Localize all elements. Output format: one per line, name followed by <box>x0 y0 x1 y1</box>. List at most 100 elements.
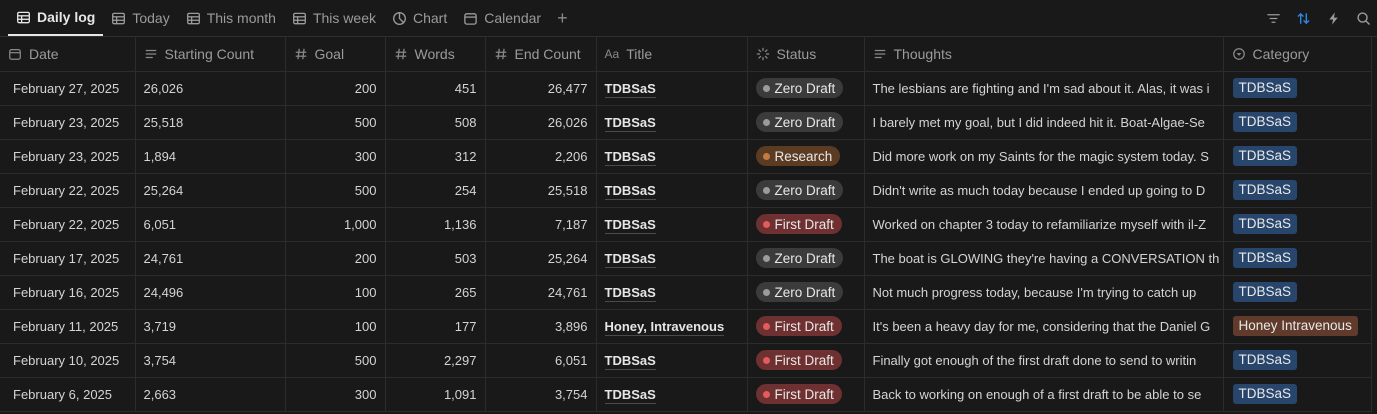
table-row[interactable]: February 16, 2025 24,496 100 265 24,761 TDBSa… <box>0 275 1372 310</box>
words-cell[interactable]: 503 <box>385 241 486 276</box>
table-row[interactable]: February 11, 2025 3,719 100 177 3,896 Honey, … <box>0 309 1372 344</box>
goal-cell[interactable]: 100 <box>285 275 386 310</box>
title-cell[interactable]: TDBSaS <box>596 71 748 106</box>
table-row[interactable]: February 23, 2025 25,518 500 508 26,026 TDBSa… <box>0 105 1372 140</box>
end-count-cell[interactable]: 6,051 <box>485 343 597 378</box>
thoughts-cell[interactable]: The boat is GLOWING they're having a CON… <box>864 241 1224 276</box>
starting-count-cell[interactable]: 26,026 <box>135 71 286 106</box>
end-count-cell[interactable]: 25,264 <box>485 241 597 276</box>
filter-icon[interactable] <box>1265 10 1281 26</box>
table-row[interactable]: February 23, 2025 1,894 300 312 2,206 TDBSaS R… <box>0 139 1372 174</box>
thoughts-cell[interactable]: Did more work on my Saints for the magic… <box>864 139 1224 174</box>
date-cell[interactable]: February 11, 2025 <box>0 309 136 344</box>
words-cell[interactable]: 2,297 <box>385 343 486 378</box>
column-header-category[interactable]: Category <box>1223 37 1372 72</box>
words-cell[interactable]: 1,091 <box>385 377 486 412</box>
status-cell[interactable]: First Draft <box>747 343 865 378</box>
status-cell[interactable]: Research <box>747 139 865 174</box>
thoughts-cell[interactable]: Didn't write as much today because I end… <box>864 173 1224 208</box>
column-header-title[interactable]: Aa Title <box>596 37 748 72</box>
title-link[interactable]: Honey, Intravenous <box>604 318 725 336</box>
table-row[interactable]: February 10, 2025 3,754 500 2,297 6,051 TDBSa… <box>0 343 1372 378</box>
view-tab-this-week[interactable]: This week <box>284 0 384 36</box>
title-link[interactable]: TDBSaS <box>604 114 656 132</box>
category-cell[interactable]: TDBSaS <box>1223 275 1372 310</box>
goal-cell[interactable]: 300 <box>285 139 386 174</box>
category-cell[interactable]: TDBSaS <box>1223 377 1372 412</box>
title-cell[interactable]: TDBSaS <box>596 377 748 412</box>
words-cell[interactable]: 1,136 <box>385 207 486 242</box>
column-header-thoughts[interactable]: Thoughts <box>864 37 1224 72</box>
starting-count-cell[interactable]: 1,894 <box>135 139 286 174</box>
words-cell[interactable]: 508 <box>385 105 486 140</box>
end-count-cell[interactable]: 3,754 <box>485 377 597 412</box>
thoughts-cell[interactable]: Worked on chapter 3 today to refamiliari… <box>864 207 1224 242</box>
table-row[interactable]: February 22, 2025 6,051 1,000 1,136 7,187 TDB… <box>0 207 1372 242</box>
thoughts-cell[interactable]: I barely met my goal, but I did indeed h… <box>864 105 1224 140</box>
date-cell[interactable]: February 22, 2025 <box>0 173 136 208</box>
category-cell[interactable]: TDBSaS <box>1223 343 1372 378</box>
view-tab-this-month[interactable]: This month <box>178 0 284 36</box>
starting-count-cell[interactable]: 3,754 <box>135 343 286 378</box>
title-cell[interactable]: TDBSaS <box>596 343 748 378</box>
category-cell[interactable]: TDBSaS <box>1223 105 1372 140</box>
words-cell[interactable]: 265 <box>385 275 486 310</box>
table-row[interactable]: February 17, 2025 24,761 200 503 25,264 TDBSa… <box>0 241 1372 276</box>
starting-count-cell[interactable]: 25,518 <box>135 105 286 140</box>
goal-cell[interactable]: 200 <box>285 71 386 106</box>
view-tab-chart[interactable]: Chart <box>384 0 455 36</box>
date-cell[interactable]: February 10, 2025 <box>0 343 136 378</box>
search-icon[interactable] <box>1355 10 1371 26</box>
date-cell[interactable]: February 16, 2025 <box>0 275 136 310</box>
words-cell[interactable]: 254 <box>385 173 486 208</box>
category-cell[interactable]: TDBSaS <box>1223 241 1372 276</box>
status-cell[interactable]: Zero Draft <box>747 105 865 140</box>
thoughts-cell[interactable]: Finally got enough of the first draft do… <box>864 343 1224 378</box>
date-cell[interactable]: February 27, 2025 <box>0 71 136 106</box>
category-cell[interactable]: TDBSaS <box>1223 173 1372 208</box>
status-cell[interactable]: First Draft <box>747 207 865 242</box>
table-row[interactable]: February 27, 2025 26,026 200 451 26,477 TDBSa… <box>0 71 1372 106</box>
title-cell[interactable]: TDBSaS <box>596 241 748 276</box>
thoughts-cell[interactable]: The lesbians are fighting and I'm sad ab… <box>864 71 1224 106</box>
starting-count-cell[interactable]: 25,264 <box>135 173 286 208</box>
starting-count-cell[interactable]: 24,496 <box>135 275 286 310</box>
table-row[interactable]: February 22, 2025 25,264 500 254 25,518 TDBSa… <box>0 173 1372 208</box>
add-view-button[interactable]: + <box>549 0 576 36</box>
title-cell[interactable]: TDBSaS <box>596 105 748 140</box>
date-cell[interactable]: February 22, 2025 <box>0 207 136 242</box>
title-link[interactable]: TDBSaS <box>604 250 656 268</box>
end-count-cell[interactable]: 26,477 <box>485 71 597 106</box>
date-cell[interactable]: February 23, 2025 <box>0 139 136 174</box>
status-cell[interactable]: Zero Draft <box>747 173 865 208</box>
title-link[interactable]: TDBSaS <box>604 386 656 404</box>
view-tab-daily-log[interactable]: Daily log <box>8 0 104 36</box>
goal-cell[interactable]: 500 <box>285 105 386 140</box>
column-header-date[interactable]: Date <box>0 37 136 72</box>
starting-count-cell[interactable]: 3,719 <box>135 309 286 344</box>
category-cell[interactable]: TDBSaS <box>1223 71 1372 106</box>
title-link[interactable]: TDBSaS <box>604 80 656 98</box>
column-header-goal[interactable]: Goal <box>285 37 386 72</box>
words-cell[interactable]: 451 <box>385 71 486 106</box>
end-count-cell[interactable]: 7,187 <box>485 207 597 242</box>
status-cell[interactable]: Zero Draft <box>747 241 865 276</box>
goal-cell[interactable]: 200 <box>285 241 386 276</box>
goal-cell[interactable]: 500 <box>285 173 386 208</box>
title-link[interactable]: TDBSaS <box>604 182 656 200</box>
title-cell[interactable]: TDBSaS <box>596 173 748 208</box>
thoughts-cell[interactable]: Back to working on enough of a first dra… <box>864 377 1224 412</box>
goal-cell[interactable]: 1,000 <box>285 207 386 242</box>
title-link[interactable]: TDBSaS <box>604 148 656 166</box>
end-count-cell[interactable]: 3,896 <box>485 309 597 344</box>
status-cell[interactable]: Zero Draft <box>747 71 865 106</box>
view-tab-calendar[interactable]: Calendar <box>455 0 549 36</box>
title-cell[interactable]: Honey, Intravenous <box>596 309 748 344</box>
status-cell[interactable]: First Draft <box>747 309 865 344</box>
goal-cell[interactable]: 100 <box>285 309 386 344</box>
goal-cell[interactable]: 300 <box>285 377 386 412</box>
end-count-cell[interactable]: 2,206 <box>485 139 597 174</box>
column-header-words[interactable]: Words <box>385 37 486 72</box>
thoughts-cell[interactable]: Not much progress today, because I'm try… <box>864 275 1224 310</box>
end-count-cell[interactable]: 25,518 <box>485 173 597 208</box>
